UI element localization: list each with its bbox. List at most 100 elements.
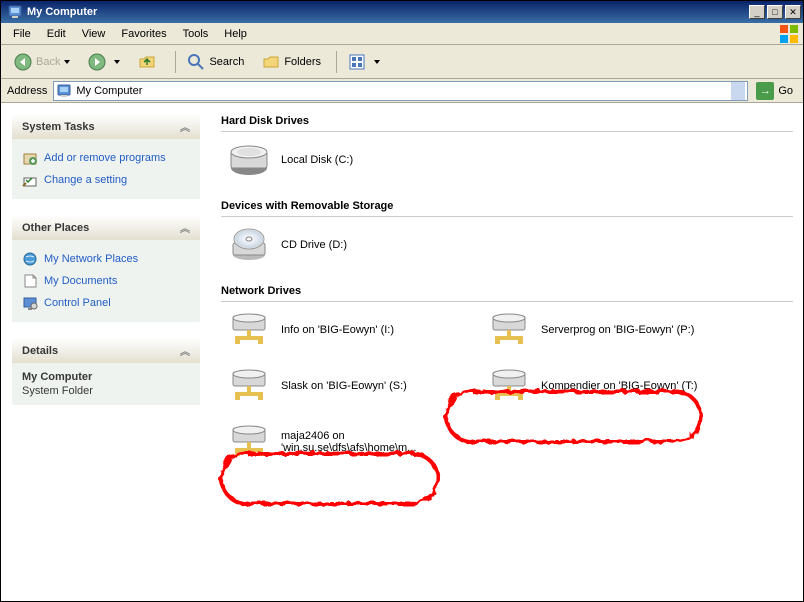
forward-arrow-icon: [88, 53, 106, 71]
drive-info-i[interactable]: Info on 'BIG-Eowyn' (I:): [221, 312, 481, 348]
network-drive-icon: [229, 312, 269, 348]
control-panel-icon: [22, 295, 38, 311]
drive-kompendier-t[interactable]: Kompendier on 'BIG-Eowyn' (T:): [481, 368, 741, 404]
link-label: My Documents: [44, 275, 117, 287]
my-documents-link[interactable]: My Documents: [22, 270, 190, 292]
menu-edit[interactable]: Edit: [39, 25, 74, 43]
add-remove-programs-link[interactable]: Add or remove programs: [22, 147, 190, 169]
collapse-icon: ︽: [180, 343, 190, 358]
toolbar: Back Search Folders: [1, 45, 803, 79]
hard-disk-icon: [229, 142, 269, 178]
windows-logo-icon: [779, 24, 799, 44]
drive-label: Info on 'BIG-Eowyn' (I:): [281, 324, 441, 336]
panel-title: System Tasks: [22, 121, 95, 133]
up-folder-icon: [138, 53, 156, 71]
control-panel-link[interactable]: Control Panel: [22, 292, 190, 314]
back-button[interactable]: Back: [7, 49, 77, 75]
details-name: My Computer: [22, 371, 190, 383]
window: My Computer _ □ ✕ File Edit View Favorit…: [0, 0, 804, 602]
menu-file[interactable]: File: [5, 25, 39, 43]
menu-view[interactable]: View: [74, 25, 114, 43]
panel-title: Other Places: [22, 222, 89, 234]
removable-section-title: Devices with Removable Storage: [221, 194, 793, 217]
dropdown-icon: [114, 60, 120, 64]
address-label: Address: [7, 85, 47, 97]
go-arrow-icon: →: [756, 82, 774, 100]
go-button[interactable]: → Go: [752, 80, 797, 102]
address-dropdown[interactable]: [731, 82, 745, 100]
menu-bar: File Edit View Favorites Tools Help: [1, 23, 803, 45]
drive-label: Serverprog on 'BIG-Eowyn' (P:): [541, 324, 701, 336]
setting-icon: [22, 172, 38, 188]
drive-label: maja2406 on 'win.su.se\dfs\afs\home\m...: [281, 430, 441, 454]
cd-drive-icon: [229, 227, 269, 263]
details-panel: Details ︽ My Computer System Folder: [11, 337, 201, 406]
drive-label: Local Disk (C:): [281, 154, 353, 166]
up-button[interactable]: [131, 49, 167, 75]
address-bar: Address My Computer → Go: [1, 79, 803, 103]
folders-icon: [262, 53, 280, 71]
drive-slask-s[interactable]: Slask on 'BIG-Eowyn' (S:): [221, 368, 481, 404]
network-places-link[interactable]: My Network Places: [22, 248, 190, 270]
collapse-icon: ︽: [180, 220, 190, 235]
network-places-icon: [22, 251, 38, 267]
network-drive-icon: [229, 424, 269, 460]
back-label: Back: [36, 56, 60, 68]
drive-label: Kompendier on 'BIG-Eowyn' (T:): [541, 380, 701, 392]
search-button[interactable]: Search: [180, 49, 251, 75]
search-label: Search: [209, 56, 244, 68]
dropdown-icon: [374, 60, 380, 64]
network-drive-icon: [489, 312, 529, 348]
link-label: Control Panel: [44, 297, 111, 309]
drive-cd-d[interactable]: CD Drive (D:): [221, 227, 793, 263]
details-body: My Computer System Folder: [12, 363, 200, 405]
menu-help[interactable]: Help: [216, 25, 255, 43]
drive-label: CD Drive (D:): [281, 239, 347, 251]
network-section-title: Network Drives: [221, 279, 793, 302]
addremove-icon: [22, 150, 38, 166]
go-label: Go: [778, 85, 793, 97]
link-label: My Network Places: [44, 253, 138, 265]
folders-button[interactable]: Folders: [255, 49, 328, 75]
network-drive-icon: [489, 368, 529, 404]
system-tasks-header[interactable]: System Tasks ︽: [12, 114, 200, 139]
change-setting-link[interactable]: Change a setting: [22, 169, 190, 191]
collapse-icon: ︽: [180, 119, 190, 134]
my-documents-icon: [22, 273, 38, 289]
search-icon: [187, 53, 205, 71]
forward-button[interactable]: [81, 49, 127, 75]
link-label: Change a setting: [44, 174, 127, 186]
views-icon: [348, 53, 366, 71]
drive-label: Slask on 'BIG-Eowyn' (S:): [281, 380, 441, 392]
menu-favorites[interactable]: Favorites: [113, 25, 174, 43]
main-pane: Hard Disk Drives Local Disk (C:) Devices…: [211, 103, 803, 601]
close-button[interactable]: ✕: [785, 5, 801, 19]
mycomputer-icon: [7, 4, 23, 20]
folders-label: Folders: [284, 56, 321, 68]
network-drive-icon: [229, 368, 269, 404]
hdd-section-title: Hard Disk Drives: [221, 109, 793, 132]
other-places-panel: Other Places ︽ My Network Places My Docu…: [11, 214, 201, 323]
system-tasks-panel: System Tasks ︽ Add or remove programs Ch…: [11, 113, 201, 200]
other-places-header[interactable]: Other Places ︽: [12, 215, 200, 240]
drive-serverprog-p[interactable]: Serverprog on 'BIG-Eowyn' (P:): [481, 312, 741, 348]
minimize-button[interactable]: _: [749, 5, 765, 19]
panel-title: Details: [22, 345, 58, 357]
details-header[interactable]: Details ︽: [12, 338, 200, 363]
separator: [175, 51, 176, 73]
address-value: My Computer: [76, 85, 731, 97]
mycomputer-icon: [56, 83, 72, 99]
back-arrow-icon: [14, 53, 32, 71]
window-title: My Computer: [27, 6, 747, 18]
dropdown-icon: [64, 60, 70, 64]
sidebar: System Tasks ︽ Add or remove programs Ch…: [1, 103, 211, 601]
drive-local-disk-c[interactable]: Local Disk (C:): [221, 142, 793, 178]
details-type: System Folder: [22, 385, 190, 397]
drive-maja2406[interactable]: maja2406 on 'win.su.se\dfs\afs\home\m...: [221, 424, 481, 460]
menu-tools[interactable]: Tools: [175, 25, 217, 43]
link-label: Add or remove programs: [44, 152, 166, 164]
maximize-button[interactable]: □: [767, 5, 783, 19]
other-places-body: My Network Places My Documents Control P…: [12, 240, 200, 322]
views-button[interactable]: [341, 49, 387, 75]
address-input[interactable]: My Computer: [53, 81, 748, 101]
